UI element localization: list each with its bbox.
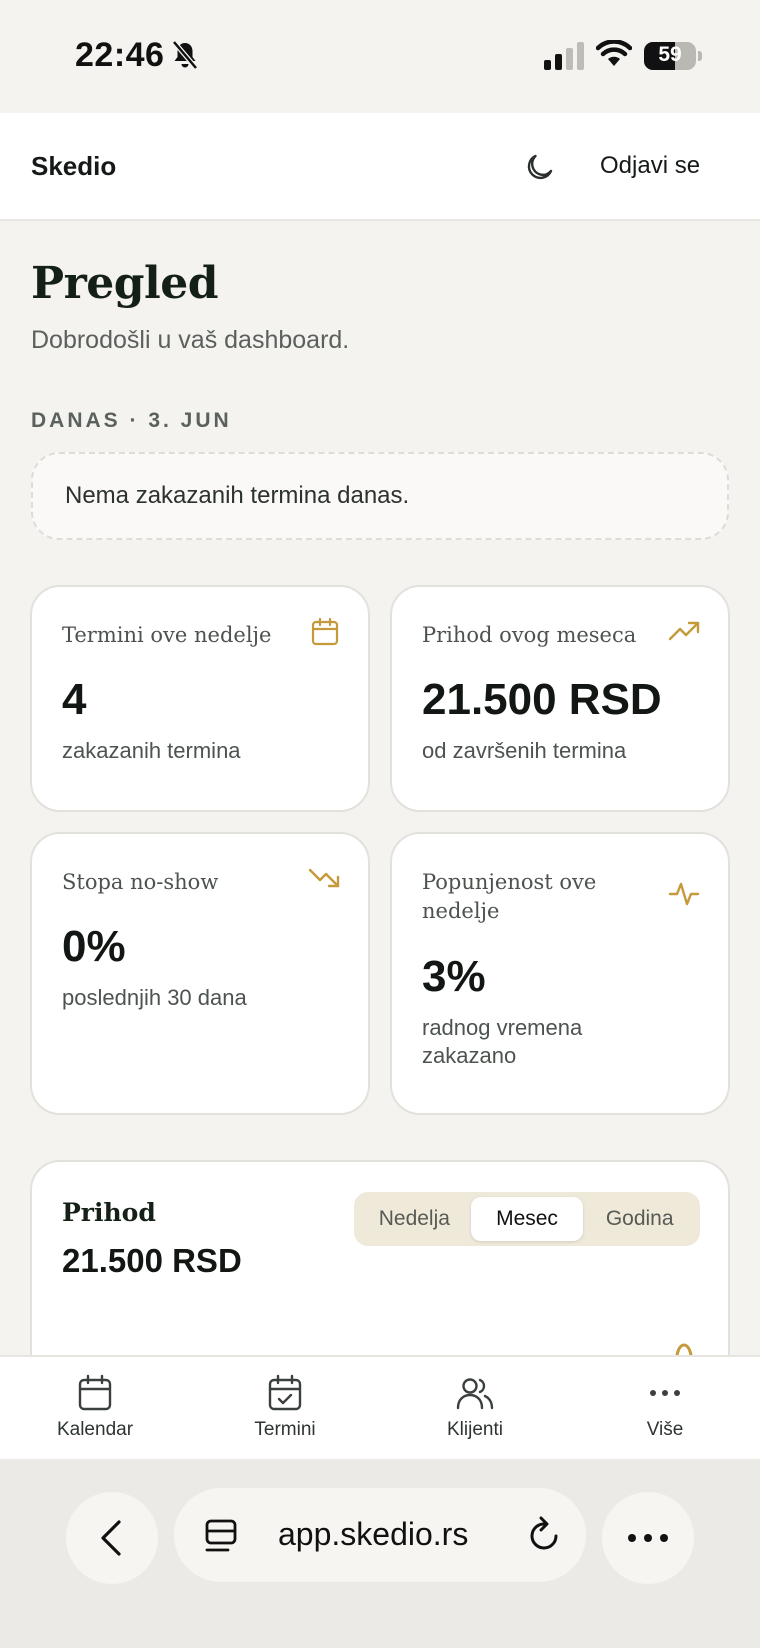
browser-toolbar: app.skedio.rs — [0, 1459, 760, 1648]
url-text: app.skedio.rs — [278, 1516, 469, 1552]
card-value: 3% — [422, 952, 486, 1001]
page-title: Pregled — [31, 258, 219, 309]
battery-icon: 59 — [644, 42, 696, 70]
period-segmented-control: Nedelja Mesec Godina — [354, 1192, 700, 1246]
stat-card-monthly-revenue[interactable]: Prihod ovog meseca 21.500 RSD od završen… — [390, 585, 730, 812]
today-label: DANAS · 3. JUN — [31, 409, 232, 432]
card-title: Stopa no-show — [62, 870, 219, 894]
card-subtitle: poslednjih 30 dana — [62, 985, 247, 1010]
chevron-left-icon — [101, 1520, 121, 1556]
empty-message: Nema zakazanih termina danas. — [65, 482, 410, 509]
nav-label: Klijenti — [447, 1419, 503, 1440]
empty-appointments-box: Nema zakazanih termina danas. — [31, 452, 729, 540]
revenue-title: Prihod — [62, 1198, 156, 1227]
revenue-value: 21.500 RSD — [62, 1242, 242, 1279]
moon-icon[interactable] — [524, 151, 556, 183]
logout-button[interactable]: Odjavi se — [600, 152, 700, 180]
page-subtitle: Dobrodošli u vaš dashboard. — [31, 326, 350, 354]
tab-overview-icon — [205, 1519, 237, 1552]
card-value: 4 — [62, 675, 87, 724]
stat-card-weekly-appointments[interactable]: Termini ove nedelje 4 zakazanih termina — [30, 585, 370, 812]
signal-icon — [544, 42, 584, 70]
card-title: Popunjenost ove nedelje — [422, 870, 597, 923]
trending-up-icon — [668, 621, 700, 641]
calendar-check-icon — [268, 1374, 302, 1411]
nav-item-calendar[interactable]: Kalendar — [0, 1357, 190, 1459]
more-icon — [650, 1390, 680, 1396]
card-subtitle: zakazanih termina — [62, 738, 241, 763]
nav-item-clients[interactable]: Klijenti — [380, 1357, 570, 1459]
calendar-icon — [78, 1374, 112, 1411]
users-icon — [456, 1378, 494, 1410]
nav-label: Više — [646, 1419, 684, 1440]
more-icon — [628, 1534, 668, 1542]
activity-icon — [668, 882, 700, 906]
status-bar: 22:46 59 — [0, 0, 760, 113]
bottom-navigation: Kalendar Termini Klijenti Više — [0, 1355, 760, 1459]
app-header: Skedio Odjavi se — [0, 113, 760, 221]
card-value: 21.500 RSD — [422, 675, 662, 724]
period-year-button[interactable]: Godina — [583, 1197, 696, 1241]
browser-back-button[interactable] — [66, 1492, 158, 1584]
card-title: Prihod ovog meseca — [422, 623, 637, 647]
status-time: 22:46 — [75, 36, 165, 74]
address-bar[interactable]: app.skedio.rs — [174, 1488, 586, 1582]
card-value: 0% — [62, 922, 126, 971]
wifi-icon — [596, 40, 632, 66]
calendar-icon — [311, 617, 339, 646]
nav-item-appointments[interactable]: Termini — [190, 1357, 380, 1459]
battery-level: 59 — [658, 43, 682, 66]
browser-more-button[interactable] — [602, 1492, 694, 1584]
period-week-button[interactable]: Nedelja — [358, 1197, 471, 1241]
period-month-button[interactable]: Mesec — [470, 1197, 584, 1241]
card-subtitle: od završenih termina — [422, 738, 627, 763]
reload-icon[interactable] — [528, 1516, 562, 1554]
card-title: Termini ove nedelje — [62, 623, 272, 647]
stat-card-weekly-occupancy[interactable]: Popunjenost ove nedelje 3% radnog vremen… — [390, 832, 730, 1115]
brand-logo[interactable]: Skedio — [31, 151, 116, 182]
trending-down-icon — [308, 868, 340, 888]
bell-off-icon — [172, 40, 198, 70]
nav-label: Termini — [254, 1419, 316, 1440]
card-subtitle: radnog vremena zakazano — [422, 1015, 583, 1068]
stat-card-no-show-rate[interactable]: Stopa no-show 0% poslednjih 30 dana — [30, 832, 370, 1115]
nav-item-more[interactable]: Više — [570, 1357, 760, 1459]
battery-cap — [698, 51, 702, 61]
nav-label: Kalendar — [56, 1419, 134, 1440]
